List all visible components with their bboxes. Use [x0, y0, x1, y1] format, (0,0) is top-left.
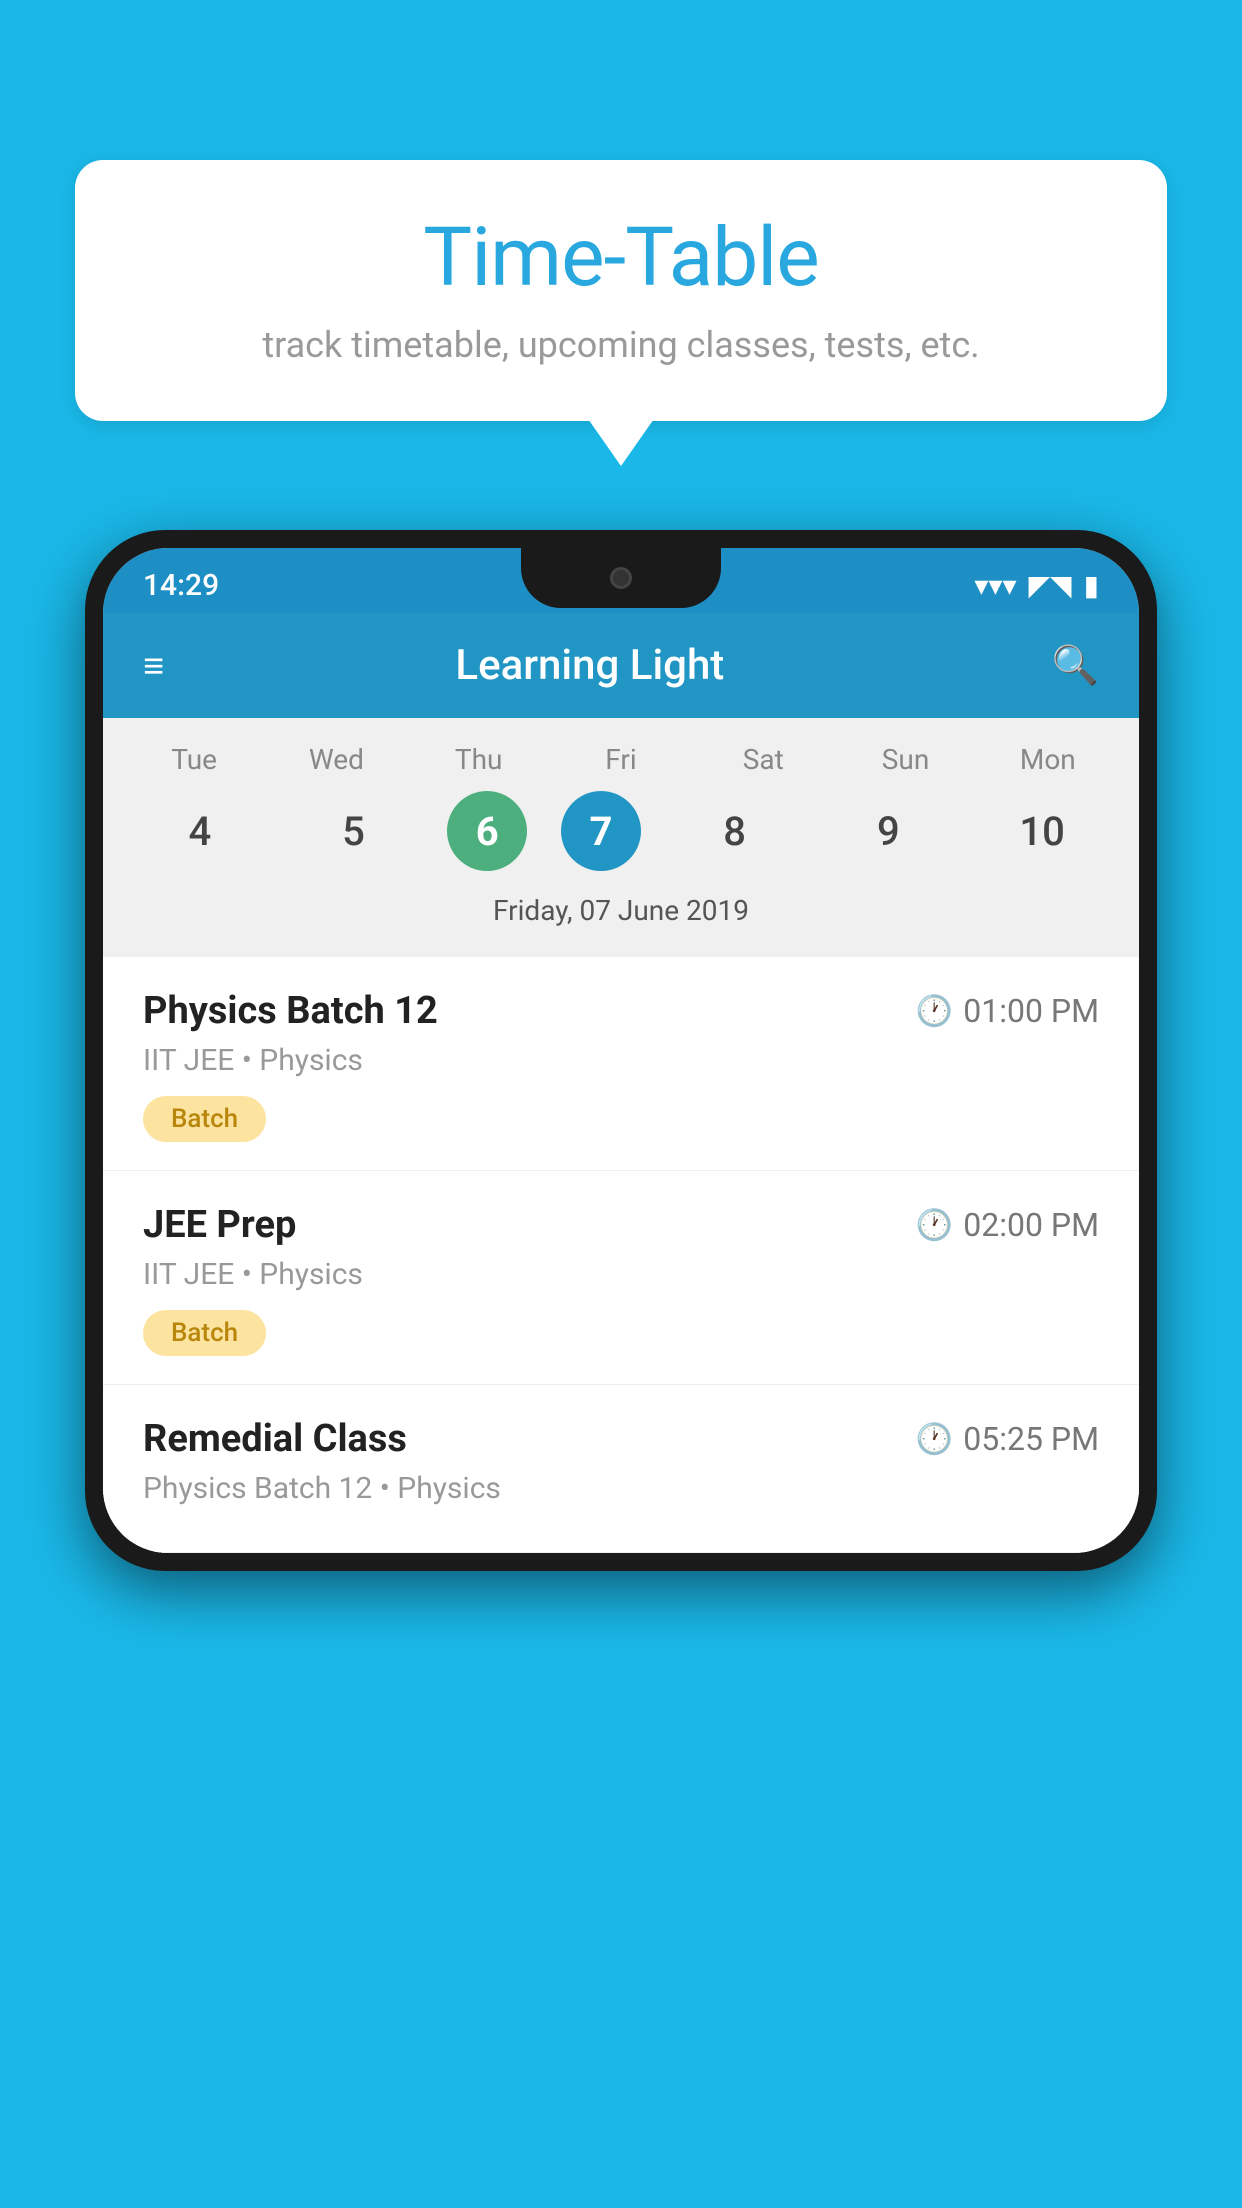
selected-date-label: Friday, 07 June 2019 — [123, 889, 1119, 937]
clock-icon-1: 🕐 — [916, 994, 953, 1029]
class-name-2: JEE Prep — [143, 1203, 296, 1247]
day-sat[interactable]: Sat — [703, 743, 823, 776]
class-item-physics-batch[interactable]: Physics Batch 12 🕐 01:00 PM IIT JEE • Ph… — [103, 957, 1139, 1171]
day-mon[interactable]: Mon — [988, 743, 1108, 776]
calendar-strip: Tue Wed Thu Fri Sat Sun Mon 4 5 6 7 8 9 … — [103, 718, 1139, 957]
bubble-title: Time-Table — [135, 210, 1107, 306]
class-item-jee-prep[interactable]: JEE Prep 🕐 02:00 PM IIT JEE • Physics Ba… — [103, 1171, 1139, 1385]
clock-icon-2: 🕐 — [916, 1208, 953, 1243]
phone-screen: 14:29 ▾▾▾ ◤◥ ▮ ≡ Learning Light 🔍 Tue We… — [103, 548, 1139, 1553]
class-list: Physics Batch 12 🕐 01:00 PM IIT JEE • Ph… — [103, 957, 1139, 1553]
day-fri[interactable]: Fri — [561, 743, 681, 776]
class-course-1: IIT JEE • Physics — [143, 1043, 1099, 1078]
date-10[interactable]: 10 — [982, 791, 1102, 871]
signal-icon: ◤◥ — [1029, 569, 1072, 602]
class-time-2: 🕐 02:00 PM — [916, 1206, 1099, 1244]
batch-tag-2: Batch — [143, 1310, 266, 1356]
day-sun[interactable]: Sun — [846, 743, 966, 776]
status-icons: ▾▾▾ ◤◥ ▮ — [974, 569, 1099, 602]
hamburger-icon[interactable]: ≡ — [143, 645, 164, 687]
date-7-selected[interactable]: 7 — [561, 791, 641, 871]
class-name-1: Physics Batch 12 — [143, 989, 438, 1033]
batch-tag-1: Batch — [143, 1096, 266, 1142]
phone-container: 14:29 ▾▾▾ ◤◥ ▮ ≡ Learning Light 🔍 Tue We… — [85, 530, 1157, 2208]
day-wed[interactable]: Wed — [276, 743, 396, 776]
class-time-1: 🕐 01:00 PM — [916, 992, 1099, 1030]
date-8[interactable]: 8 — [675, 791, 795, 871]
class-header-3: Remedial Class 🕐 05:25 PM — [143, 1417, 1099, 1461]
class-header-1: Physics Batch 12 🕐 01:00 PM — [143, 989, 1099, 1033]
wifi-icon: ▾▾▾ — [974, 569, 1016, 602]
class-name-3: Remedial Class — [143, 1417, 407, 1461]
app-title: Learning Light — [194, 641, 986, 690]
battery-icon: ▮ — [1084, 569, 1099, 602]
phone-frame: 14:29 ▾▾▾ ◤◥ ▮ ≡ Learning Light 🔍 Tue We… — [85, 530, 1157, 1571]
date-4[interactable]: 4 — [140, 791, 260, 871]
clock-icon-3: 🕐 — [916, 1422, 953, 1457]
date-5[interactable]: 5 — [294, 791, 414, 871]
date-9[interactable]: 9 — [828, 791, 948, 871]
date-6-today[interactable]: 6 — [447, 791, 527, 871]
bubble-subtitle: track timetable, upcoming classes, tests… — [135, 324, 1107, 366]
camera-dot — [610, 567, 632, 589]
app-header: ≡ Learning Light 🔍 — [103, 613, 1139, 718]
speech-bubble: Time-Table track timetable, upcoming cla… — [75, 160, 1167, 421]
class-item-remedial[interactable]: Remedial Class 🕐 05:25 PM Physics Batch … — [103, 1385, 1139, 1553]
day-thu[interactable]: Thu — [419, 743, 539, 776]
search-icon[interactable]: 🔍 — [1052, 644, 1099, 688]
days-row: Tue Wed Thu Fri Sat Sun Mon — [123, 743, 1119, 776]
class-header-2: JEE Prep 🕐 02:00 PM — [143, 1203, 1099, 1247]
phone-notch — [521, 548, 721, 608]
class-course-2: IIT JEE • Physics — [143, 1257, 1099, 1292]
class-course-3: Physics Batch 12 • Physics — [143, 1471, 1099, 1506]
class-time-3: 🕐 05:25 PM — [916, 1420, 1099, 1458]
day-tue[interactable]: Tue — [134, 743, 254, 776]
dates-row: 4 5 6 7 8 9 10 — [123, 791, 1119, 871]
status-time: 14:29 — [143, 568, 219, 603]
